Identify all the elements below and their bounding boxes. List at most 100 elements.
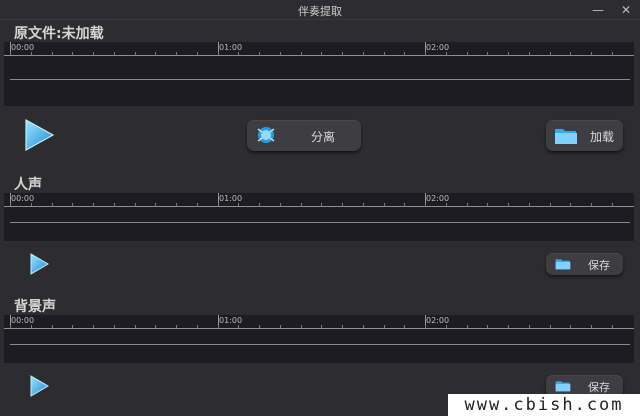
ruler-minor-tick	[445, 325, 447, 328]
ruler-minor-tick	[72, 52, 74, 55]
ruler-minor-tick	[155, 52, 157, 55]
ruler-minor-tick	[93, 52, 94, 55]
ruler-minor-tick	[404, 203, 406, 206]
ruler-minor-tick	[362, 325, 364, 328]
ruler-minor-tick	[362, 203, 364, 206]
ruler-minor-tick	[134, 325, 136, 328]
save-background-label: 保存	[588, 381, 610, 394]
original-tick-0: 00:00	[11, 43, 35, 52]
ruler-minor-tick	[591, 203, 592, 206]
play-icon	[25, 118, 55, 152]
ruler-minor-tick	[196, 52, 198, 55]
ruler-minor-tick	[321, 325, 323, 328]
folder-icon	[555, 129, 577, 144]
ruler-minor-tick	[113, 203, 115, 206]
original-timeline-ruler: 00:00 01:00 02:00	[4, 42, 634, 56]
ruler-minor-tick	[404, 325, 406, 328]
ruler-minor-tick	[30, 325, 32, 328]
save-vocals-label: 保存	[588, 259, 610, 272]
ruler-minor-tick	[10, 52, 11, 55]
ruler-minor-tick	[549, 325, 551, 328]
ruler-minor-tick	[591, 325, 592, 328]
background-tick-2: 02:00	[426, 316, 450, 325]
watermark: www.cbish.com	[448, 394, 640, 416]
ruler-minor-tick	[362, 52, 364, 55]
background-waveform[interactable]: 00:00 01:00 02:00	[4, 315, 634, 363]
ruler-minor-tick	[93, 203, 94, 206]
save-vocals-button[interactable]: 保存	[546, 253, 623, 275]
ruler-minor-tick	[217, 325, 219, 328]
ruler-minor-tick	[51, 203, 53, 206]
background-label: 背景声	[14, 299, 56, 315]
ruler-minor-tick	[404, 52, 406, 55]
vocals-tick-1: 01:00	[219, 194, 243, 203]
ruler-minor-tick	[300, 325, 302, 328]
vocals-waveform[interactable]: 00:00 01:00 02:00	[4, 193, 634, 241]
ruler-minor-tick	[570, 52, 572, 55]
close-button[interactable]: ✕	[612, 0, 640, 20]
ruler-minor-tick	[342, 203, 343, 206]
ruler-minor-tick	[383, 52, 385, 55]
ruler-minor-tick	[445, 52, 447, 55]
ruler-minor-tick	[466, 52, 468, 55]
window-title: 伴奏提取	[298, 5, 342, 18]
ruler-minor-tick	[528, 325, 530, 328]
ruler-minor-tick	[259, 325, 260, 328]
app-window: 伴奏提取 — ✕ 原文件:未加载 00:00 01:00 02:00 分离 加载…	[0, 0, 640, 416]
ruler-minor-tick	[30, 52, 32, 55]
separate-button[interactable]: 分离	[247, 120, 361, 151]
ruler-minor-tick	[342, 52, 343, 55]
ruler-minor-tick	[134, 203, 136, 206]
ruler-minor-tick	[279, 52, 281, 55]
ruler-minor-tick	[570, 203, 572, 206]
ruler-minor-tick	[196, 203, 198, 206]
background-play-button[interactable]	[28, 374, 50, 402]
ruler-minor-tick	[238, 203, 240, 206]
background-tick-0: 00:00	[11, 316, 35, 325]
ruler-minor-tick	[528, 203, 530, 206]
ruler-minor-tick	[176, 325, 177, 328]
original-file-label: 原文件:未加载	[14, 26, 104, 42]
play-icon	[30, 375, 49, 397]
ruler-minor-tick	[508, 52, 509, 55]
original-tick-1: 01:00	[219, 43, 243, 52]
ruler-minor-tick	[72, 325, 74, 328]
ruler-minor-tick	[93, 325, 94, 328]
ruler-minor-tick	[425, 52, 426, 55]
minimize-button[interactable]: —	[584, 0, 612, 20]
ruler-minor-tick	[321, 203, 323, 206]
load-button[interactable]: 加载	[546, 120, 623, 151]
ruler-minor-tick	[113, 325, 115, 328]
ruler-minor-tick	[528, 52, 530, 55]
ruler-minor-tick	[217, 203, 219, 206]
ruler-minor-tick	[487, 52, 489, 55]
ruler-minor-tick	[176, 52, 177, 55]
ruler-minor-tick	[342, 325, 343, 328]
ruler-minor-tick	[570, 325, 572, 328]
ruler-minor-tick	[238, 52, 240, 55]
ruler-minor-tick	[549, 203, 551, 206]
original-play-button[interactable]	[22, 118, 56, 156]
ruler-minor-tick	[113, 52, 115, 55]
ruler-minor-tick	[51, 52, 53, 55]
ruler-minor-tick	[238, 325, 240, 328]
title-bar: 伴奏提取 — ✕	[0, 0, 640, 20]
vocals-tick-0: 00:00	[11, 194, 35, 203]
ruler-minor-tick	[611, 52, 613, 55]
ruler-minor-tick	[466, 203, 468, 206]
ruler-minor-tick	[591, 52, 592, 55]
ruler-minor-tick	[279, 325, 281, 328]
ruler-minor-tick	[300, 52, 302, 55]
ruler-minor-tick	[383, 325, 385, 328]
vocals-tick-2: 02:00	[426, 194, 450, 203]
ruler-minor-tick	[155, 203, 157, 206]
ruler-minor-tick	[383, 203, 385, 206]
ruler-minor-tick	[466, 325, 468, 328]
original-wave-line	[10, 79, 630, 80]
original-waveform[interactable]: 00:00 01:00 02:00	[4, 42, 634, 106]
separate-icon	[257, 127, 275, 143]
ruler-minor-tick	[611, 203, 613, 206]
vocals-play-button[interactable]	[28, 252, 50, 280]
ruler-minor-tick	[72, 203, 74, 206]
folder-icon	[555, 381, 571, 392]
